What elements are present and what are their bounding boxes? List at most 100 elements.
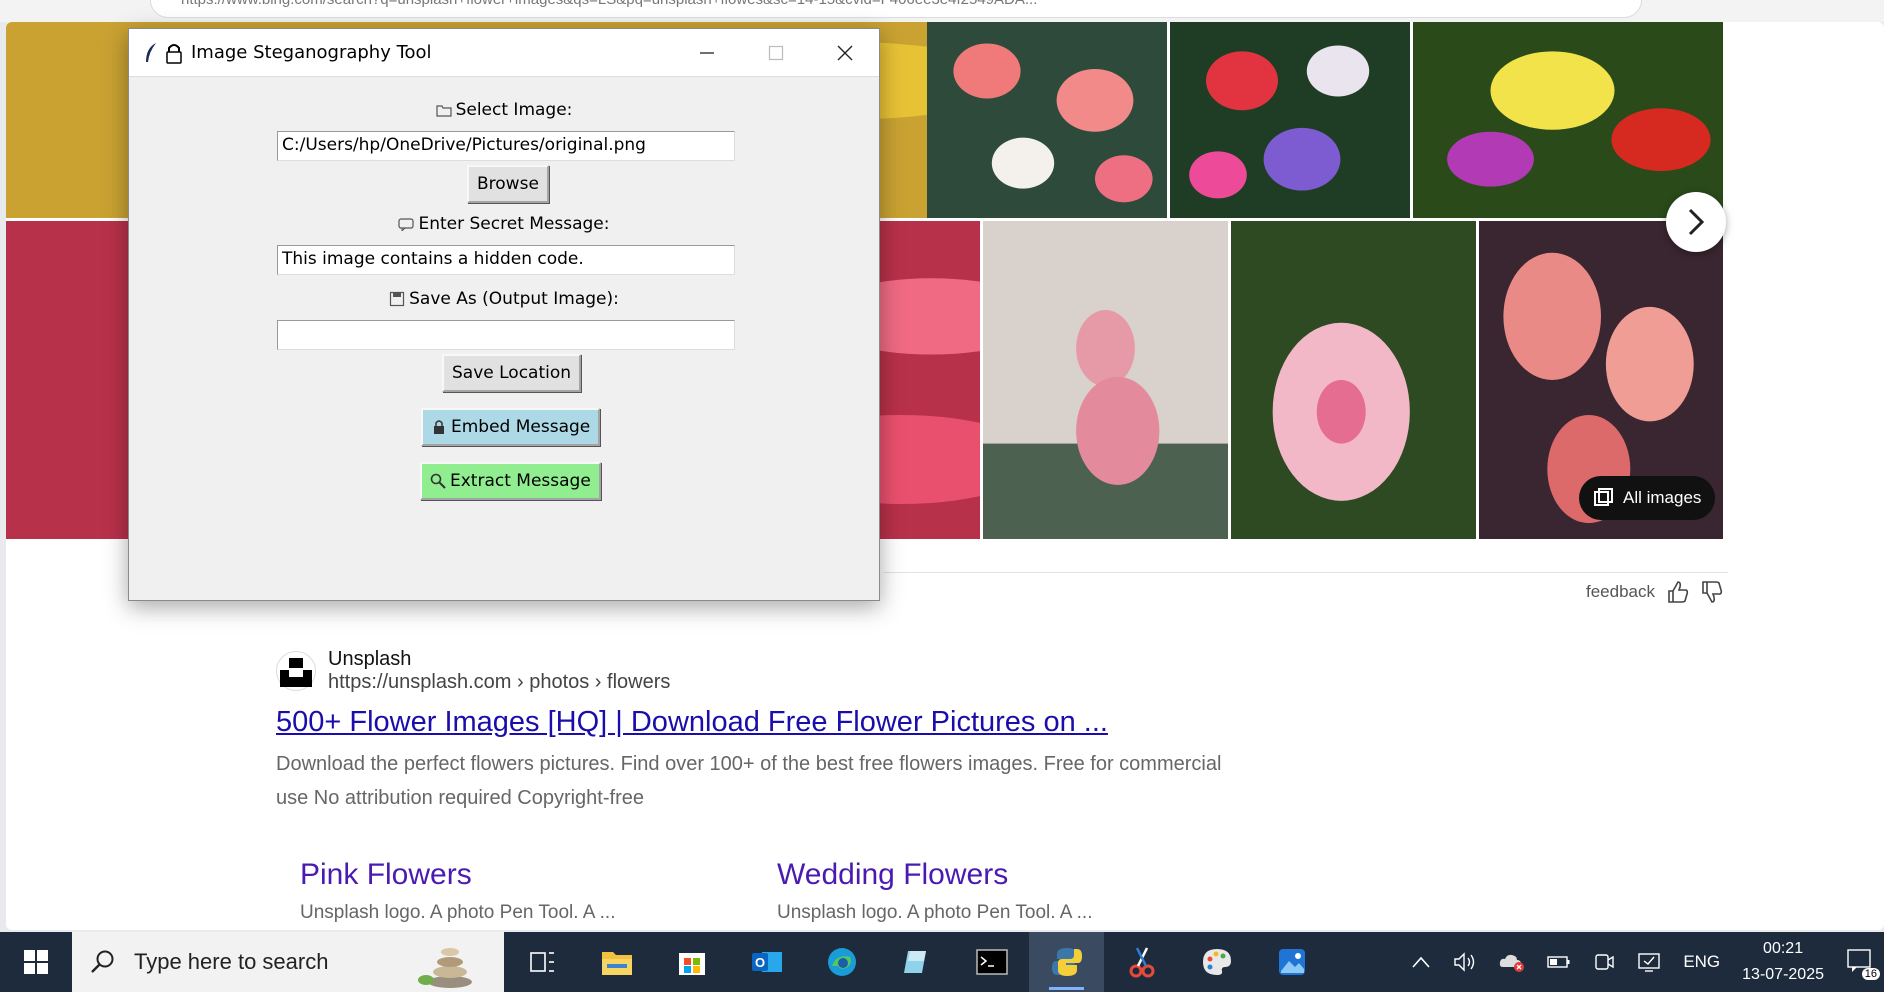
gallery-icon: [1594, 488, 1613, 506]
deep-link-title[interactable]: Pink Flowers: [300, 858, 616, 892]
extract-message-button[interactable]: Extract Message: [420, 462, 601, 500]
deep-link-wedding-flowers[interactable]: Wedding Flowers Unsplash logo. A photo P…: [777, 858, 1093, 924]
thumbs-up-icon[interactable]: [1667, 580, 1689, 604]
result-snippet: Download the perfect flowers pictures. F…: [276, 753, 1222, 809]
file-explorer-button[interactable]: [579, 932, 654, 992]
window-titlebar[interactable]: Image Steganography Tool: [129, 29, 879, 77]
terminal-icon: [975, 949, 1008, 975]
maximize-button[interactable]: [741, 29, 810, 77]
select-image-label-row: Select Image:: [129, 100, 879, 120]
divider: [884, 572, 1728, 573]
clock-date: 13-07-2025: [1742, 966, 1824, 983]
start-button[interactable]: [0, 932, 72, 992]
image-tile[interactable]: [1231, 221, 1476, 539]
lock-icon: [434, 420, 444, 434]
message-icon: [398, 218, 415, 231]
camera-icon[interactable]: [1593, 951, 1615, 973]
next-images-button[interactable]: [1666, 192, 1726, 252]
maximize-icon: [768, 45, 783, 60]
unsplash-logo-icon: [276, 651, 316, 691]
terminal-button[interactable]: [954, 932, 1029, 992]
notepad-icon: [903, 951, 926, 973]
deep-link-subtitle: Unsplash logo. A photo Pen Tool. A ...: [777, 902, 1093, 923]
embed-message-label: Embed Message: [451, 417, 591, 437]
minimize-button[interactable]: [672, 29, 741, 77]
all-images-label: All images: [1623, 488, 1702, 507]
search-result: Unsplash https://unsplash.com › photos ›…: [276, 648, 1256, 815]
lock-icon: [166, 43, 182, 64]
save-location-button[interactable]: Save Location: [442, 354, 582, 392]
svg-text:O: O: [754, 955, 764, 970]
stones-icon: [418, 948, 472, 988]
python-icon: [1051, 948, 1082, 976]
result-source-url[interactable]: https://unsplash.com › photos › flowers: [328, 671, 670, 694]
extract-message-label: Extract Message: [450, 471, 591, 491]
task-view-button[interactable]: [504, 932, 579, 992]
close-button[interactable]: [810, 29, 879, 77]
deep-link-pink-flowers[interactable]: Pink Flowers Unsplash logo. A photo Pen …: [300, 858, 616, 924]
photos-icon: [1278, 949, 1305, 975]
taskbar-search-placeholder: Type here to search: [134, 949, 329, 974]
clock[interactable]: 00:21 13-07-2025: [1742, 936, 1824, 988]
taskbar-search[interactable]: Type here to search: [72, 932, 504, 992]
photos-button[interactable]: [1254, 932, 1329, 992]
onedrive-error-icon[interactable]: [1499, 951, 1525, 973]
result-title-link[interactable]: 500+ Flower Images [HQ] | Download Free …: [276, 706, 1256, 739]
network-icon[interactable]: [1637, 951, 1661, 973]
image-tile[interactable]: [927, 22, 1167, 218]
save-as-label: Save As (Output Image):: [409, 289, 619, 309]
browse-button[interactable]: Browse: [467, 165, 549, 203]
all-images-button[interactable]: All images: [1579, 476, 1716, 520]
python-button[interactable]: [1029, 932, 1104, 992]
magnifier-icon: [430, 473, 446, 489]
chevron-right-icon: [1688, 208, 1705, 236]
save-as-label-row: Save As (Output Image):: [129, 289, 879, 309]
edge-icon: [827, 948, 856, 976]
taskbar: Type here to search O ENG 00:21 13-07-20…: [0, 932, 1884, 992]
volume-icon[interactable]: [1453, 952, 1477, 972]
chevron-up-icon[interactable]: [1411, 955, 1431, 969]
battery-icon[interactable]: [1547, 955, 1571, 969]
minimize-icon: [699, 51, 714, 54]
feedback-row: feedback: [1586, 580, 1723, 604]
outlook-button[interactable]: O: [729, 932, 804, 992]
notification-center-button[interactable]: 16: [1846, 947, 1880, 980]
image-tile[interactable]: [1170, 22, 1410, 218]
language-indicator[interactable]: ENG: [1683, 952, 1720, 972]
system-tray: ENG 00:21 13-07-2025 16: [1411, 936, 1884, 988]
result-source-name: Unsplash: [328, 648, 412, 670]
image-path-input[interactable]: C:/Users/hp/OneDrive/Pictures/original.p…: [277, 131, 735, 161]
search-icon: [91, 950, 114, 973]
close-icon: [837, 45, 852, 60]
folder-icon: [435, 105, 452, 117]
notepad-button[interactable]: [879, 932, 954, 992]
paint-button[interactable]: [1179, 932, 1254, 992]
image-tile[interactable]: [983, 221, 1228, 539]
store-icon: [678, 953, 705, 975]
clock-time: 00:21: [1763, 940, 1804, 957]
address-bar[interactable]: https://www.bing.com/search?q=unsplash+f…: [150, 0, 1642, 18]
output-path-input[interactable]: [277, 320, 735, 350]
microsoft-store-button[interactable]: [654, 932, 729, 992]
embed-message-button[interactable]: Embed Message: [421, 408, 601, 446]
feedback-label[interactable]: feedback: [1586, 582, 1655, 602]
deep-link-title[interactable]: Wedding Flowers: [777, 858, 1093, 892]
thumbs-down-icon[interactable]: [1701, 580, 1723, 604]
image-tile[interactable]: [1413, 22, 1723, 218]
save-disk-icon: [390, 291, 405, 307]
snipping-tool-button[interactable]: [1104, 932, 1179, 992]
deep-link-subtitle: Unsplash logo. A photo Pen Tool. A ...: [300, 902, 616, 923]
notification-badge: 16: [1861, 967, 1880, 980]
edge-button[interactable]: [804, 932, 879, 992]
result-source: Unsplash https://unsplash.com › photos ›…: [276, 648, 1256, 694]
secret-message-label-row: Enter Secret Message:: [129, 214, 879, 234]
task-view-icon: [529, 952, 554, 972]
feather-icon: [146, 42, 156, 62]
palette-icon: [1202, 949, 1231, 975]
secret-message-label: Enter Secret Message:: [418, 214, 610, 234]
windows-logo-icon: [24, 950, 48, 974]
outlook-icon: O: [751, 952, 782, 972]
scissors-icon: [1129, 947, 1154, 978]
steganography-window: Image Steganography Tool Select Image: C…: [128, 28, 880, 601]
secret-message-input[interactable]: This image contains a hidden code.: [277, 245, 735, 275]
